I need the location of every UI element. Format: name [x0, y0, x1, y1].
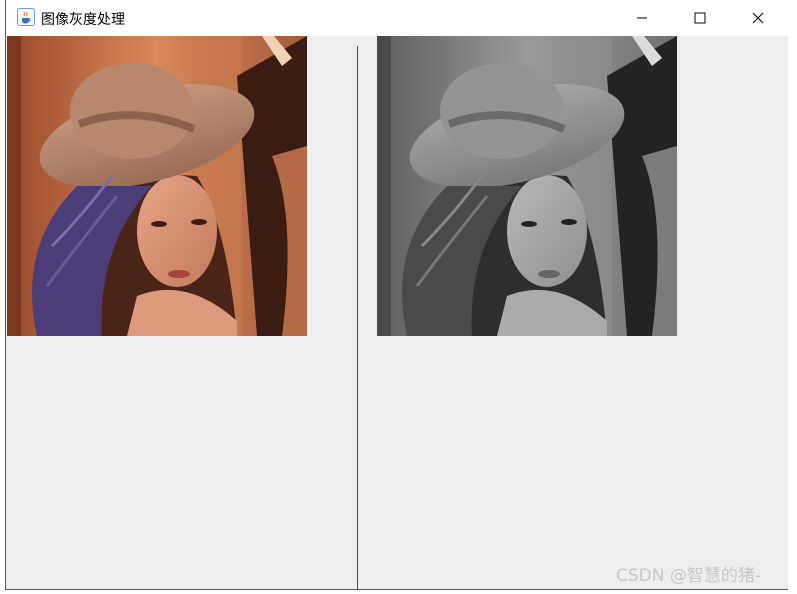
content-area: CSDN @智慧的猪- [6, 36, 788, 589]
grayscale-image-panel [377, 36, 677, 336]
watermark-text: CSDN @智慧的猪- [616, 566, 762, 586]
title-bar[interactable]: 图像灰度处理 [6, 0, 788, 36]
color-portrait-image [7, 36, 307, 336]
window-title: 图像灰度处理 [41, 12, 125, 28]
minimize-button[interactable] [613, 0, 671, 36]
maximize-button[interactable] [671, 0, 729, 36]
close-icon [752, 9, 764, 28]
minimize-icon [636, 9, 648, 28]
java-cup-icon[interactable] [17, 8, 35, 26]
maximize-icon [694, 9, 706, 28]
grayscale-portrait-image [377, 36, 677, 336]
app-window: 图像灰度处理 CSDN @智慧的猪- [5, 0, 788, 590]
close-button[interactable] [729, 0, 787, 36]
original-image-panel [7, 36, 307, 336]
panel-divider [357, 46, 358, 589]
